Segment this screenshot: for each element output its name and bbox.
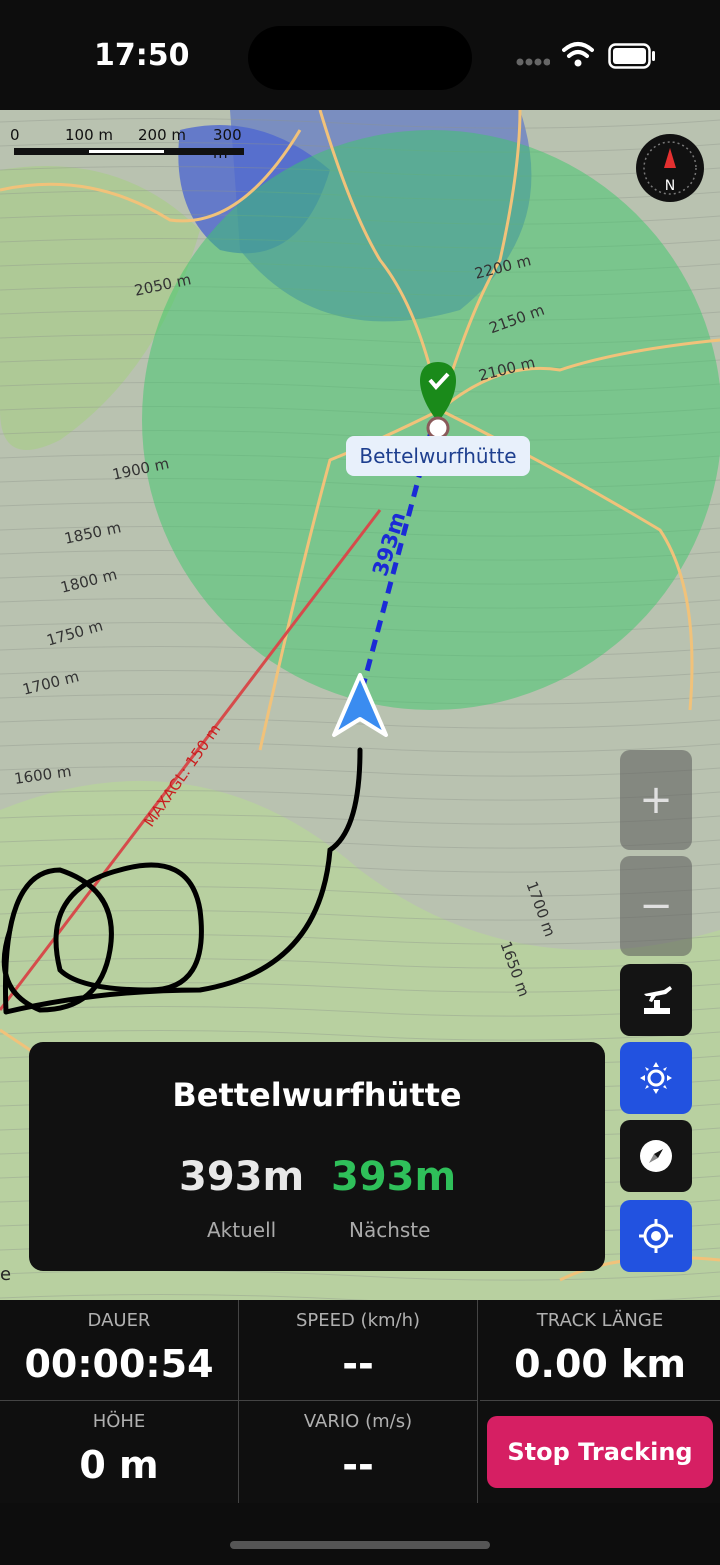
stat-label: HÖHE xyxy=(92,1411,146,1432)
zoom-in-icon: + xyxy=(639,777,673,823)
nearest-distance-value: 393m xyxy=(331,1154,457,1200)
scale-bar-line xyxy=(14,148,244,155)
stat-speed: SPEED (km/h) -- xyxy=(239,1300,478,1401)
stat-value: 00:00:54 xyxy=(24,1342,214,1386)
scale-label-100: 100 m xyxy=(65,126,114,144)
stat-label: SPEED (km/h) xyxy=(295,1310,421,1331)
stat-vario: VARIO (m/s) -- xyxy=(239,1401,478,1503)
stat-value: -- xyxy=(342,1342,374,1386)
takeoff-site-button[interactable] xyxy=(620,964,692,1036)
scale-bar: 0 100 m 200 m 300 m xyxy=(10,124,250,164)
stat-value: 0 m xyxy=(79,1443,159,1487)
zoom-in-button[interactable]: + xyxy=(620,750,692,850)
nearest-distance-label: Nächste xyxy=(349,1218,431,1242)
scale-label-200: 200 m xyxy=(138,126,187,144)
stat-value: 0.00 km xyxy=(514,1342,686,1386)
zoom-out-button[interactable]: − xyxy=(620,856,692,956)
dynamic-island xyxy=(248,26,472,90)
waypoint-info-card[interactable]: Bettelwurfhütte 393m 393m Aktuell Nächst… xyxy=(29,1042,605,1271)
stat-duration: DAUER 00:00:54 xyxy=(0,1300,239,1401)
stat-label: TRACK LÄNGE xyxy=(536,1310,664,1331)
stat-track-length: TRACK LÄNGE 0.00 km xyxy=(480,1300,720,1401)
signal-icon xyxy=(516,58,550,66)
runway-icon xyxy=(644,986,672,1014)
scale-label-300: 300 m xyxy=(213,126,242,162)
wifi-icon xyxy=(562,42,594,67)
scale-label-0: 0 xyxy=(10,126,20,144)
thermal-locate-button[interactable] xyxy=(620,1042,692,1114)
locate-icon xyxy=(639,1219,673,1253)
sun-locate-icon xyxy=(640,1062,672,1094)
stop-tracking-button[interactable]: Stop Tracking xyxy=(487,1416,713,1488)
zoom-out-icon: − xyxy=(639,883,673,929)
compass-icon[interactable]: N xyxy=(636,134,704,202)
waypoint-title: Bettelwurfhütte xyxy=(172,1076,462,1114)
home-indicator[interactable] xyxy=(230,1541,490,1549)
stat-value: -- xyxy=(342,1443,374,1487)
status-time: 17:50 xyxy=(94,38,190,73)
svg-text:N: N xyxy=(665,178,675,194)
stat-label: VARIO (m/s) xyxy=(303,1411,413,1432)
compass-needle-icon xyxy=(640,1140,672,1172)
poi-label[interactable]: Bettelwurfhütte xyxy=(346,436,530,476)
battery-icon xyxy=(608,43,655,69)
stat-altitude: HÖHE 0 m xyxy=(0,1401,239,1503)
status-bar: 17:50 xyxy=(0,0,720,110)
compass-mode-button[interactable] xyxy=(620,1120,692,1192)
edge-label: e xyxy=(0,1264,12,1285)
current-distance-label: Aktuell xyxy=(207,1218,277,1242)
stat-label: DAUER xyxy=(87,1310,151,1331)
map-view[interactable]: 0 100 m 200 m 300 m N 2050 m 2200 m 2150… xyxy=(0,110,720,1300)
locate-me-button[interactable] xyxy=(620,1200,692,1272)
